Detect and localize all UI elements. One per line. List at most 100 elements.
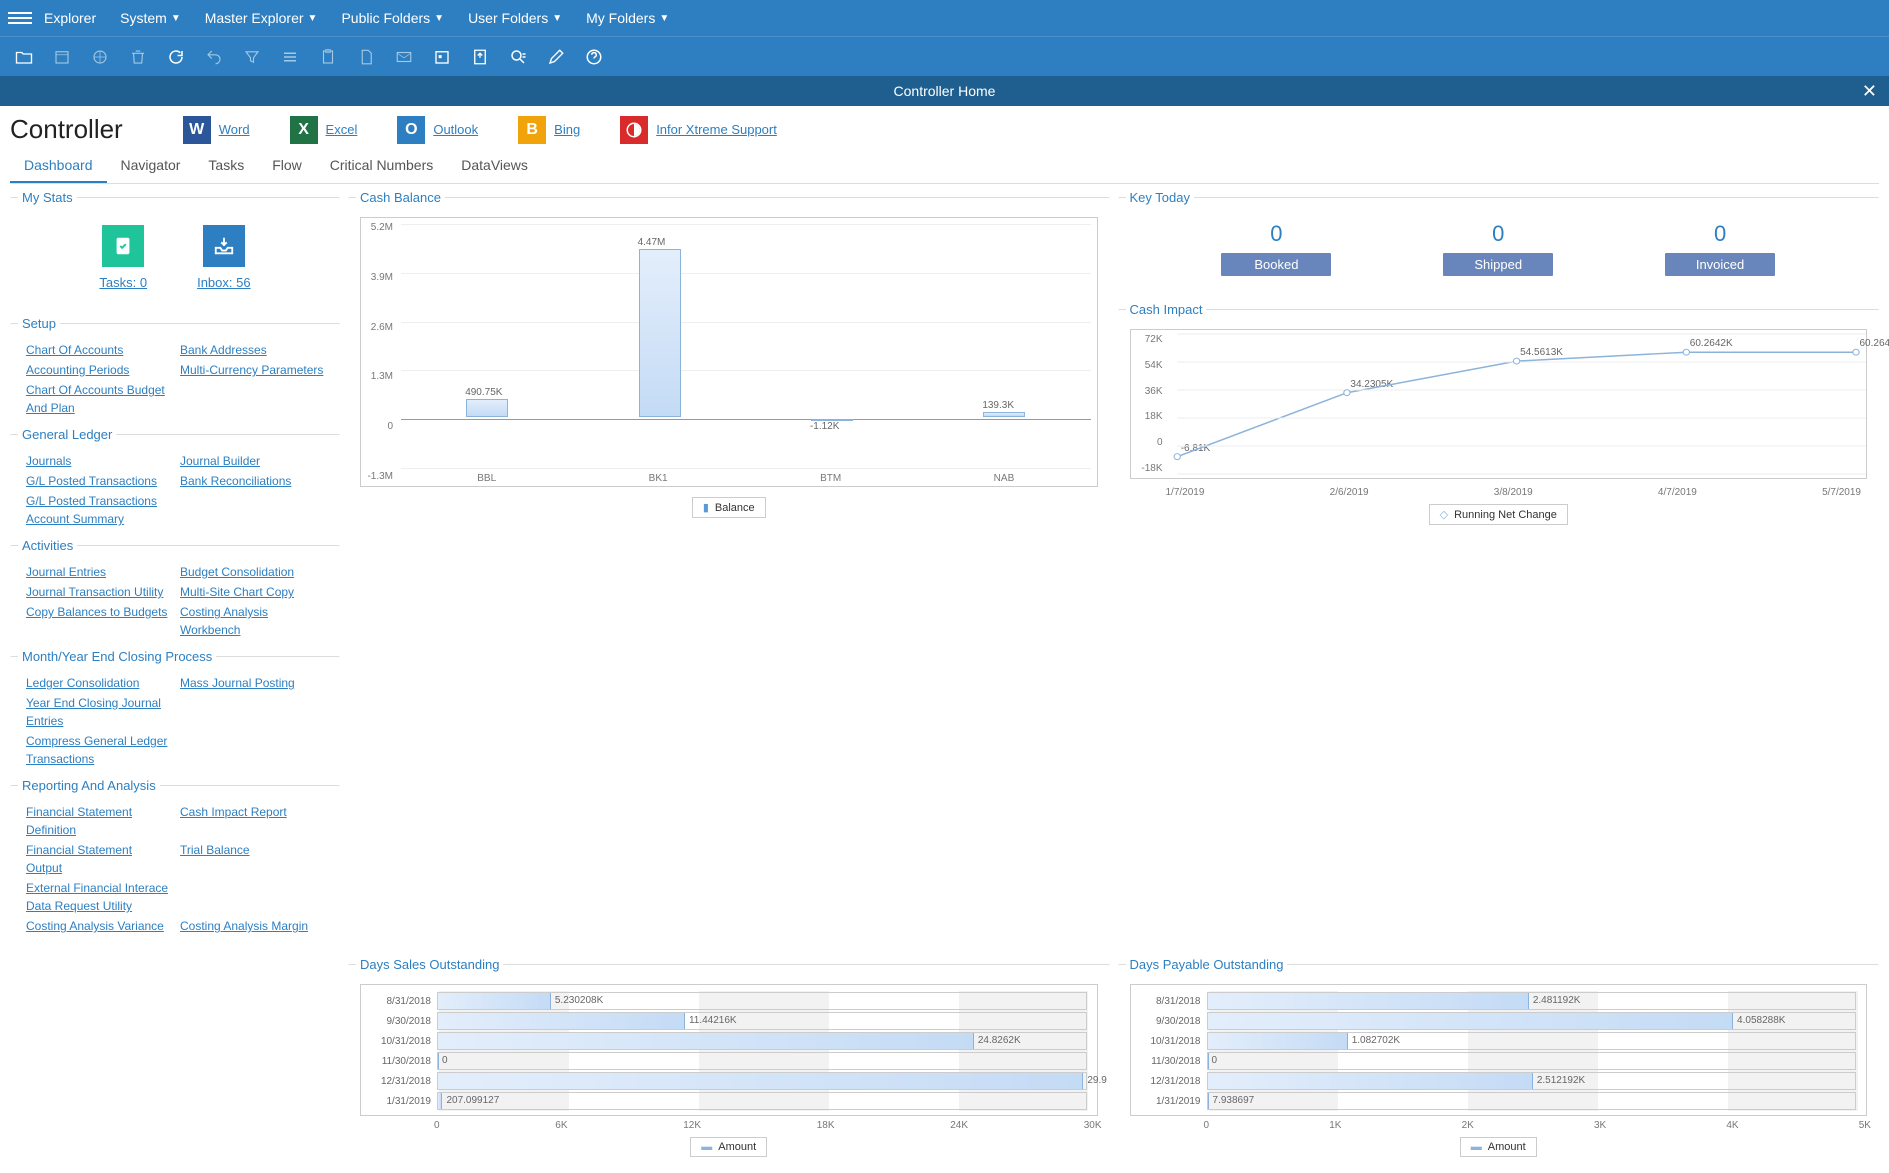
- folder-open-icon[interactable]: [10, 43, 38, 71]
- link-multi-site-chart-copy[interactable]: Multi-Site Chart Copy: [180, 583, 324, 601]
- panel-cash-balance: Cash Balance 5.2M3.9M2.6M1.3M0-1.3M 490.…: [348, 190, 1110, 945]
- hbar-12312018[interactable]: [438, 1073, 1083, 1089]
- hbar-9302018[interactable]: [1208, 1013, 1734, 1029]
- filter-icon[interactable]: [238, 43, 266, 71]
- calendar-icon[interactable]: [48, 43, 76, 71]
- subheader-title: Controller Home: [894, 83, 996, 99]
- panel-dso: Days Sales Outstanding 8/31/20185.230208…: [348, 957, 1110, 1165]
- link-trial-balance[interactable]: Trial Balance: [180, 841, 324, 877]
- panel-key-today: Key Today 0 Booked0 Shipped0 Invoiced: [1118, 190, 1880, 292]
- kt-button-invoiced[interactable]: Invoiced: [1665, 253, 1775, 276]
- quicklink-bing[interactable]: BBing: [518, 116, 580, 144]
- tab-critical numbers[interactable]: Critical Numbers: [316, 149, 447, 183]
- link-chart-of-accounts[interactable]: Chart Of Accounts: [26, 341, 170, 359]
- link-costing-analysis-variance[interactable]: Costing Analysis Variance: [26, 917, 170, 935]
- tab-tasks[interactable]: Tasks: [194, 149, 258, 183]
- section-mye: Month/Year End Closing ProcessLedger Con…: [10, 649, 340, 778]
- help-icon[interactable]: [580, 43, 608, 71]
- hamburger-icon[interactable]: [8, 6, 32, 30]
- link-costing-analysis-margin[interactable]: Costing Analysis Margin: [180, 917, 324, 935]
- panel-cash-impact: Cash Impact 72K54K36K18K0-18K-6.81K34.23…: [1118, 302, 1880, 533]
- hbar-10312018[interactable]: [1208, 1033, 1348, 1049]
- link-bank-addresses[interactable]: Bank Addresses: [180, 341, 324, 359]
- nav-system[interactable]: System▼: [120, 10, 181, 26]
- bar-bbl[interactable]: [466, 399, 508, 417]
- tab-dataviews[interactable]: DataViews: [447, 149, 542, 183]
- panel-my-stats: My Stats Tasks: 0 Inbox: 56: [10, 190, 340, 316]
- panel-dpo: Days Payable Outstanding 8/31/20182.4811…: [1118, 957, 1880, 1165]
- edit-pencil-icon[interactable]: [542, 43, 570, 71]
- section-gl: General LedgerJournalsJournal BuilderG/L…: [10, 427, 340, 538]
- refresh-icon[interactable]: [162, 43, 190, 71]
- export-icon[interactable]: [466, 43, 494, 71]
- clipboard-icon[interactable]: [314, 43, 342, 71]
- link-ledger-consolidation[interactable]: Ledger Consolidation: [26, 674, 170, 692]
- kt-button-shipped[interactable]: Shipped: [1443, 253, 1553, 276]
- nav-public-folders[interactable]: Public Folders▼: [341, 10, 444, 26]
- quicklink-excel[interactable]: XExcel: [290, 116, 358, 144]
- section-rep: Reporting And AnalysisFinancial Statemen…: [10, 778, 340, 945]
- link-mass-journal-posting[interactable]: Mass Journal Posting: [180, 674, 324, 692]
- close-icon[interactable]: ✕: [1862, 81, 1877, 102]
- link-compress-general-ledger-transactions[interactable]: Compress General Ledger Transactions: [26, 732, 170, 768]
- trash-icon[interactable]: [124, 43, 152, 71]
- page-subheader: Controller Home ✕: [0, 76, 1889, 106]
- tasks-icon[interactable]: [102, 225, 144, 267]
- link-journal-transaction-utility[interactable]: Journal Transaction Utility: [26, 583, 170, 601]
- quicklink-infor-xtreme-support[interactable]: Infor Xtreme Support: [620, 116, 777, 144]
- nav-explorer[interactable]: Explorer: [44, 10, 96, 26]
- link-journal-builder[interactable]: Journal Builder: [180, 452, 324, 470]
- section-setup: SetupChart Of AccountsBank AddressesAcco…: [10, 316, 340, 427]
- legend-dso[interactable]: ▬Amount: [690, 1137, 767, 1157]
- bar-bk1[interactable]: [639, 249, 681, 417]
- inbox-icon[interactable]: [203, 225, 245, 267]
- tab-navigator[interactable]: Navigator: [107, 149, 195, 183]
- link-cash-impact-report[interactable]: Cash Impact Report: [180, 803, 324, 839]
- schedule-icon[interactable]: [428, 43, 456, 71]
- link-chart-of-accounts-budget-and-plan[interactable]: Chart Of Accounts Budget And Plan: [26, 381, 170, 417]
- legend-running-net[interactable]: ◇Running Net Change: [1429, 504, 1568, 525]
- hbar-8312018[interactable]: [438, 993, 551, 1009]
- link-costing-analysis-workbench[interactable]: Costing Analysis Workbench: [180, 603, 324, 639]
- hbar-12312018[interactable]: [1208, 1073, 1533, 1089]
- list-icon[interactable]: [276, 43, 304, 71]
- link-budget-consolidation[interactable]: Budget Consolidation: [180, 563, 324, 581]
- link-journals[interactable]: Journals: [26, 452, 170, 470]
- top-navbar: Explorer System▼ Master Explorer▼ Public Fo…: [0, 0, 1889, 36]
- mail-icon[interactable]: [390, 43, 418, 71]
- link-g-l-posted-transactions[interactable]: G/L Posted Transactions: [26, 472, 170, 490]
- link-journal-entries[interactable]: Journal Entries: [26, 563, 170, 581]
- nav-master-explorer[interactable]: Master Explorer▼: [205, 10, 318, 26]
- link-copy-balances-to-budgets[interactable]: Copy Balances to Budgets: [26, 603, 170, 639]
- link-g-l-posted-transactions-account-summary[interactable]: G/L Posted Transactions Account Summary: [26, 492, 170, 528]
- nav-my-folders[interactable]: My Folders▼: [586, 10, 669, 26]
- toolbar: [0, 36, 1889, 76]
- link-accounting-periods[interactable]: Accounting Periods: [26, 361, 170, 379]
- nav-user-folders[interactable]: User Folders▼: [468, 10, 562, 26]
- kt-button-booked[interactable]: Booked: [1221, 253, 1331, 276]
- link-year-end-closing-journal-entries[interactable]: Year End Closing Journal Entries: [26, 694, 170, 730]
- quicklink-outlook[interactable]: OOutlook: [397, 116, 478, 144]
- section-act: ActivitiesJournal EntriesBudget Consolid…: [10, 538, 340, 649]
- document-icon[interactable]: [352, 43, 380, 71]
- legend-balance[interactable]: ▮Balance: [692, 497, 766, 518]
- hbar-9302018[interactable]: [438, 1013, 685, 1029]
- tasks-link[interactable]: Tasks: 0: [99, 275, 147, 290]
- link-external-financial-interace-data-request-utility[interactable]: External Financial Interace Data Request…: [26, 879, 170, 915]
- inbox-link[interactable]: Inbox: 56: [197, 275, 251, 290]
- quicklink-word[interactable]: WWord: [183, 116, 250, 144]
- tab-flow[interactable]: Flow: [258, 149, 316, 183]
- kt-value-booked: 0: [1221, 221, 1331, 247]
- globe-icon[interactable]: [86, 43, 114, 71]
- search-equals-icon[interactable]: [504, 43, 532, 71]
- link-multi-currency-parameters[interactable]: Multi-Currency Parameters: [180, 361, 324, 379]
- link-bank-reconciliations[interactable]: Bank Reconciliations: [180, 472, 324, 490]
- undo-icon[interactable]: [200, 43, 228, 71]
- link-financial-statement-output[interactable]: Financial Statement Output: [26, 841, 170, 877]
- bar-nab[interactable]: [983, 412, 1025, 417]
- hbar-10312018[interactable]: [438, 1033, 974, 1049]
- tab-dashboard[interactable]: Dashboard: [10, 149, 107, 183]
- hbar-8312018[interactable]: [1208, 993, 1529, 1009]
- link-financial-statement-definition[interactable]: Financial Statement Definition: [26, 803, 170, 839]
- legend-dpo[interactable]: ▬Amount: [1460, 1137, 1537, 1157]
